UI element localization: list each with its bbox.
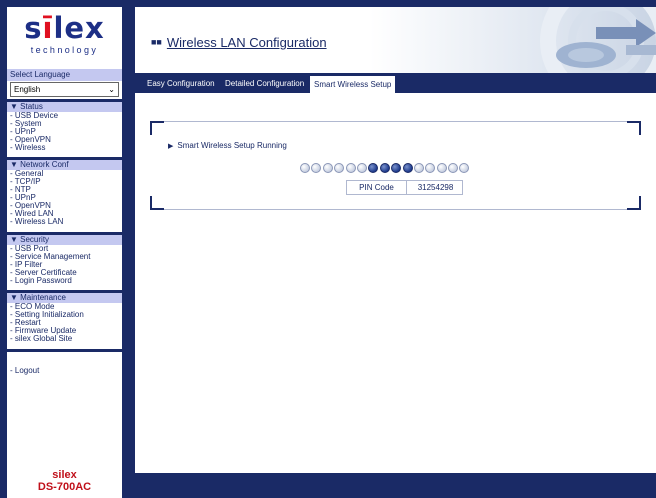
chevron-down-icon: ⌄ [108, 85, 115, 94]
progress-dot [300, 163, 310, 173]
sidebar-panel: sīlex technology Select Language English… [7, 7, 122, 498]
progress-dot [368, 163, 379, 173]
pin-code-value: 31254298 [417, 183, 454, 192]
menu-group-security: ▼ Security - USB Port - Service Manageme… [7, 235, 122, 285]
progress-dot [334, 163, 345, 173]
menu-item-wireless-lan[interactable]: - Wireless LAN [7, 218, 122, 226]
progress-dot [311, 163, 322, 173]
triangle-right-icon: ▶ [168, 143, 174, 150]
product-brand: silex [52, 469, 77, 481]
pin-code-box: PIN Code 31254298 [346, 180, 463, 195]
product-name: silex DS-700AC [7, 469, 122, 493]
menu-item-login-password[interactable]: - Login Password [7, 277, 122, 285]
language-selected: English [14, 85, 41, 94]
progress-dot [448, 163, 459, 173]
language-label: Select Language [7, 69, 122, 81]
tab-smart-wireless-setup[interactable]: Smart Wireless Setup [309, 75, 397, 93]
panel-border [164, 209, 627, 210]
menu-group-status: ▼ Status - USB Device - System - UPnP - … [7, 102, 122, 152]
logo-subtitle: technology [30, 45, 99, 55]
language-select[interactable]: English ⌄ [10, 82, 119, 97]
pin-code-label: PIN Code [347, 181, 407, 194]
page-header: ■■ Wireless LAN Configuration [135, 7, 656, 73]
logo-wordmark: sīlex [24, 11, 105, 45]
sidebar: sīlex technology Select Language English… [0, 0, 128, 498]
progress-dot [391, 163, 402, 173]
page-title: ■■ Wireless LAN Configuration [151, 35, 327, 50]
progress-dot [402, 163, 413, 173]
tab-easy-configuration[interactable]: Easy Configuration [147, 75, 215, 93]
progress-dot [436, 163, 447, 173]
progress-dot [413, 163, 424, 173]
grid-bullet-icon: ■■ [151, 37, 162, 47]
progress-dot [379, 163, 390, 173]
panel-border [164, 121, 627, 122]
panel-corner [150, 196, 164, 210]
logout-link[interactable]: - Logout [10, 366, 39, 375]
progress-dot [425, 163, 436, 173]
tab-detailed-configuration[interactable]: Detailed Configuration [225, 75, 304, 93]
panel-corner [627, 196, 641, 210]
panel-corner [627, 121, 641, 135]
menu-item-wireless[interactable]: - Wireless [7, 144, 122, 152]
tab-bar: Easy Configuration Detailed Configuratio… [135, 73, 656, 93]
status-message: ▶ Smart Wireless Setup Running [168, 141, 287, 150]
header-decoration [540, 7, 656, 73]
progress-dot [345, 163, 356, 173]
menu-group-maintenance: ▼ Maintenance - ECO Mode - Setting Initi… [7, 293, 122, 343]
silex-logo: sīlex technology [7, 7, 122, 69]
progress-dot [459, 163, 470, 173]
progress-dot [322, 163, 333, 173]
main-content: ■■ Wireless LAN Configuration Easy Config… [135, 7, 656, 473]
progress-indicator [300, 160, 471, 173]
sidebar-divider [7, 349, 122, 352]
product-model: DS-700AC [37, 481, 92, 493]
panel-corner [150, 121, 164, 135]
progress-dot [356, 163, 367, 173]
menu-item-silex-global-site[interactable]: - silex Global Site [7, 335, 122, 343]
smart-wireless-panel: ▶ Smart Wireless Setup Running PIN Code 3… [150, 121, 641, 210]
menu-group-network-conf: ▼ Network Conf - General - TCP/IP - NTP … [7, 160, 122, 226]
